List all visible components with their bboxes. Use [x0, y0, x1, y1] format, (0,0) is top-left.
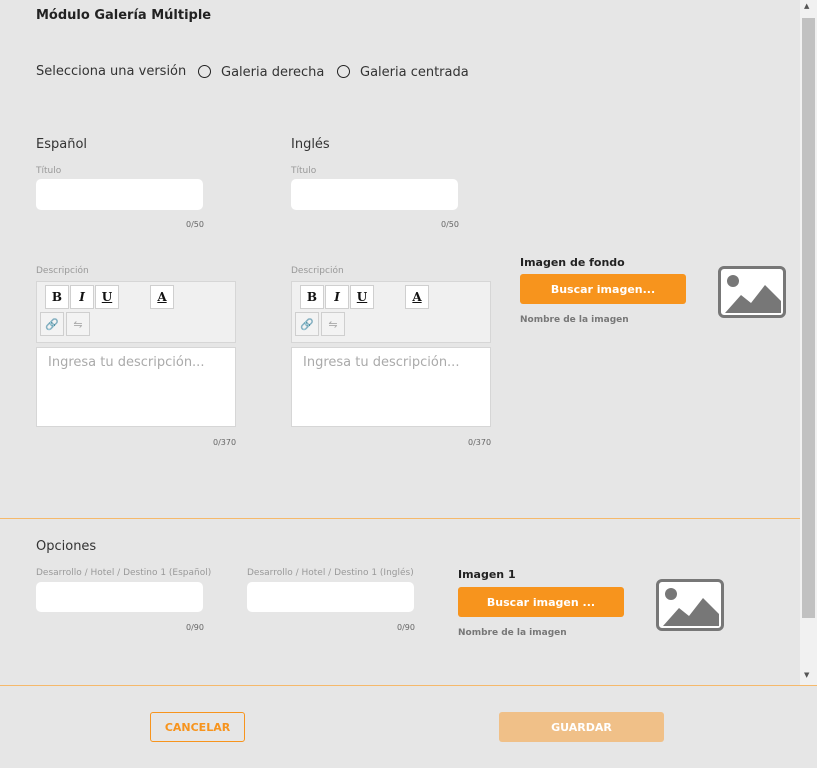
english-title-counter: 0/50	[441, 220, 459, 229]
section-divider	[0, 518, 800, 519]
link-icon[interactable]: 🔗	[295, 312, 319, 336]
italic-button[interactable]: I	[70, 285, 94, 309]
underline-button[interactable]: U	[350, 285, 374, 309]
english-title-input[interactable]	[291, 179, 458, 210]
english-desc-counter: 0/370	[468, 438, 492, 447]
options-field-es-input[interactable]	[36, 582, 203, 612]
spanish-title-input[interactable]	[36, 179, 203, 210]
english-editor-toolbar: B I U A 🔗 ⇋	[291, 281, 491, 343]
save-button[interactable]: GUARDAR	[499, 712, 664, 742]
scroll-up-icon[interactable]: ▲	[804, 2, 809, 10]
unlink-icon[interactable]: ⇋	[66, 312, 90, 336]
spanish-desc-textarea[interactable]: Ingresa tu descripción...	[36, 347, 236, 427]
italic-button[interactable]: I	[325, 285, 349, 309]
radio-label-galeria-derecha[interactable]: Galeria derecha	[221, 65, 324, 80]
background-image-label: Imagen de fondo	[520, 256, 625, 269]
image-placeholder-icon	[718, 266, 786, 318]
options-field-es-counter: 0/90	[186, 623, 204, 632]
spanish-desc-label: Descripción	[36, 266, 89, 276]
text-color-button[interactable]: A	[150, 285, 174, 309]
options-field-en-counter: 0/90	[397, 623, 415, 632]
radio-galeria-derecha[interactable]	[198, 65, 211, 78]
english-desc-label: Descripción	[291, 266, 344, 276]
spanish-desc-placeholder: Ingresa tu descripción...	[48, 355, 205, 370]
spanish-editor-toolbar: B I U A 🔗 ⇋	[36, 281, 236, 343]
image-1-filename-label: Nombre de la imagen	[458, 628, 567, 638]
text-color-button[interactable]: A	[405, 285, 429, 309]
bold-button[interactable]: B	[45, 285, 69, 309]
options-field-es-label: Desarrollo / Hotel / Destino 1 (Español)	[36, 568, 212, 578]
cancel-button[interactable]: CANCELAR	[150, 712, 245, 742]
image-placeholder-icon	[656, 579, 724, 631]
page-title: Módulo Galería Múltiple	[36, 8, 212, 23]
english-desc-placeholder: Ingresa tu descripción...	[303, 355, 460, 370]
spanish-desc-counter: 0/370	[213, 438, 237, 447]
image-1-search-button[interactable]: Buscar imagen ...	[458, 587, 624, 617]
english-title-label: Título	[291, 166, 317, 176]
radio-galeria-centrada[interactable]	[337, 65, 350, 78]
scroll-down-icon[interactable]: ▼	[804, 671, 809, 679]
version-label: Selecciona una versión	[36, 64, 187, 79]
footer-divider	[0, 685, 817, 686]
english-heading: Inglés	[291, 137, 330, 152]
english-desc-textarea[interactable]: Ingresa tu descripción...	[291, 347, 491, 427]
spanish-title-counter: 0/50	[186, 220, 204, 229]
unlink-icon[interactable]: ⇋	[321, 312, 345, 336]
background-image-search-button[interactable]: Buscar imagen...	[520, 274, 686, 304]
options-field-en-label: Desarrollo / Hotel / Destino 1 (Inglés)	[247, 568, 414, 578]
scrollbar-thumb[interactable]	[802, 18, 815, 618]
radio-label-galeria-centrada[interactable]: Galeria centrada	[360, 65, 469, 80]
underline-button[interactable]: U	[95, 285, 119, 309]
options-field-en-input[interactable]	[247, 582, 414, 612]
image-1-label: Imagen 1	[458, 568, 516, 581]
background-image-filename-label: Nombre de la imagen	[520, 315, 629, 325]
spanish-title-label: Título	[36, 166, 62, 176]
bold-button[interactable]: B	[300, 285, 324, 309]
spanish-heading: Español	[36, 137, 88, 152]
link-icon[interactable]: 🔗	[40, 312, 64, 336]
options-heading: Opciones	[36, 539, 97, 554]
